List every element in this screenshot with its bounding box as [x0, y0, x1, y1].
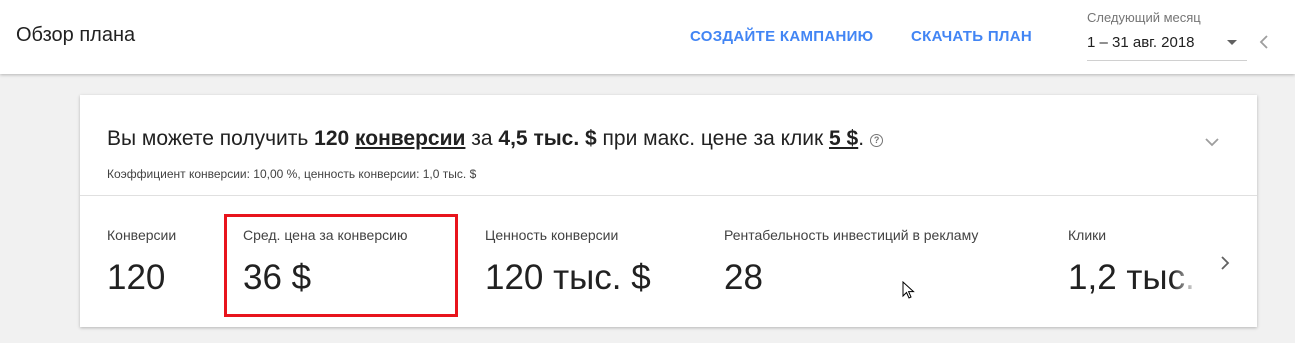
- conversions-count: 120: [314, 127, 350, 150]
- date-range-value: 1 – 31 авг. 2018: [1087, 34, 1195, 51]
- summary-for-text: за: [465, 127, 499, 150]
- overflow-fade: [1172, 256, 1198, 301]
- metric-label: Рентабельность инвестиций в рекламу: [724, 227, 979, 243]
- plan-overview-card: Вы можете получить 120 конверсии за 4,5 …: [80, 95, 1257, 327]
- summary-cost: 4,5 тыс. $: [498, 127, 597, 150]
- mouse-cursor-icon: [902, 281, 915, 299]
- chevron-down-icon[interactable]: [1203, 135, 1221, 149]
- summary-bid-text: при макс. цене за клик: [596, 127, 830, 150]
- top-bar: Обзор плана СОЗДАЙТЕ КАМПАНИЮ СКАЧАТЬ ПЛ…: [0, 0, 1295, 74]
- download-plan-link[interactable]: СКАЧАТЬ ПЛАН: [911, 28, 1032, 45]
- date-range-label: Следующий месяц: [1087, 10, 1201, 25]
- metric-value: 120: [107, 258, 166, 297]
- summary-details: Коэффициент конверсии: 10,00 %, ценность…: [107, 167, 477, 181]
- metric-avg-cost-per-conversion[interactable]: Сред. цена за конверсию 36 $: [243, 196, 493, 327]
- metric-conversion-value[interactable]: Ценность конверсии 120 тыс. $: [485, 196, 705, 327]
- help-icon[interactable]: ?: [870, 134, 884, 147]
- summary-prefix: Вы можете получить: [107, 127, 315, 150]
- metric-roas[interactable]: Рентабельность инвестиций в рекламу 28: [724, 196, 1044, 327]
- conversions-link[interactable]: конверсии: [355, 127, 465, 150]
- metric-label: Ценность конверсии: [485, 227, 619, 243]
- metric-value: 28: [724, 258, 763, 297]
- chevron-down-icon: [1227, 40, 1237, 45]
- date-range-select[interactable]: 1 – 31 авг. 2018: [1087, 30, 1247, 61]
- metric-label: Конверсии: [107, 227, 177, 243]
- chevron-left-icon[interactable]: [1256, 32, 1272, 52]
- metric-clicks[interactable]: Клики 1,2 тыс.: [1068, 196, 1198, 327]
- metric-conversions[interactable]: Конверсии 120: [107, 196, 227, 327]
- max-cpc-link[interactable]: 5 $: [829, 127, 858, 150]
- summary-end: .: [858, 127, 865, 150]
- summary-headline: Вы можете получить 120 конверсии за 4,5 …: [107, 127, 884, 151]
- metric-value: 120 тыс. $: [485, 258, 651, 297]
- metric-label: Сред. цена за конверсию: [243, 227, 408, 243]
- metric-label: Клики: [1068, 227, 1107, 243]
- page-title: Обзор плана: [16, 24, 136, 46]
- create-campaign-link[interactable]: СОЗДАЙТЕ КАМПАНИЮ: [690, 28, 873, 45]
- chevron-right-icon[interactable]: [1218, 253, 1232, 273]
- metric-value: 36 $: [243, 258, 312, 297]
